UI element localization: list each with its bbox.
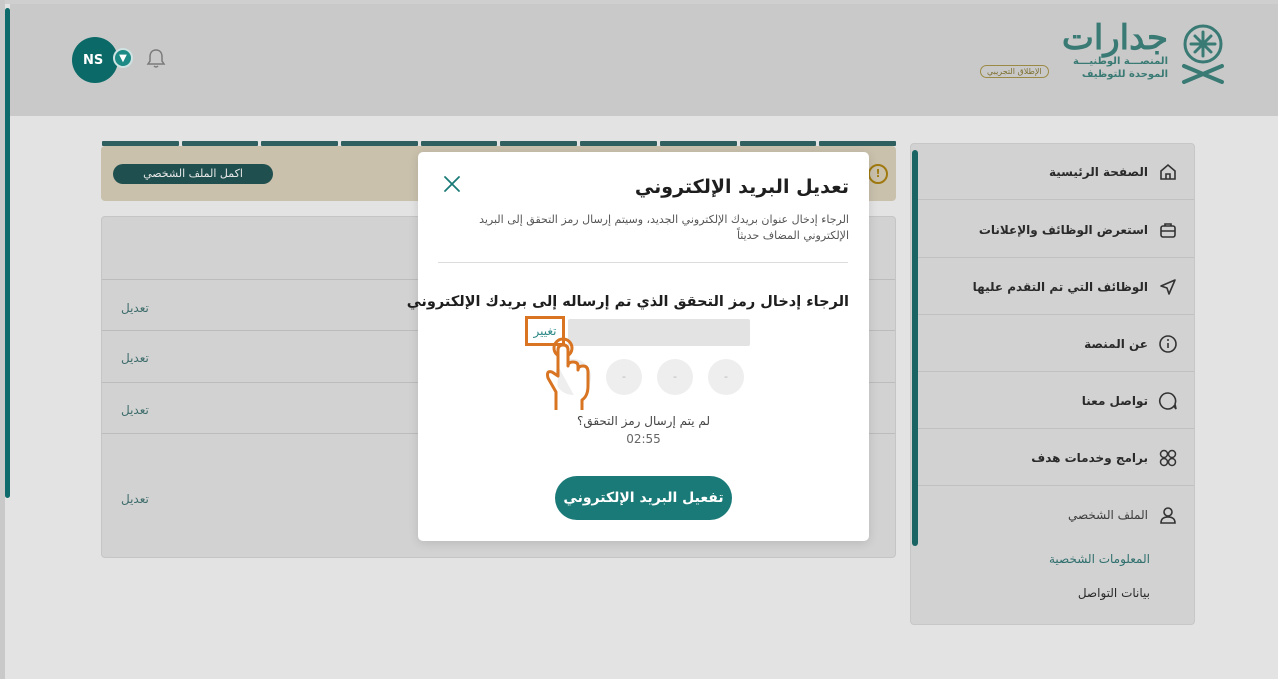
logo-subtitle-2: الموحدة للتوظيف [1081, 69, 1168, 80]
logo-name: جدارات [1061, 18, 1168, 58]
send-icon [1156, 275, 1180, 299]
complete-profile-button[interactable]: اكمل الملف الشخصي [113, 164, 273, 184]
otp-input[interactable]: - [708, 359, 744, 395]
warning-icon: ! [868, 164, 888, 184]
sidebar-item-contact[interactable]: تواصل معنا [912, 373, 1194, 429]
activate-email-button[interactable]: تفعيل البريد الإلكتروني [555, 476, 732, 520]
user-icon [1156, 503, 1180, 527]
avatar-initials: NS [83, 52, 104, 68]
sidebar-item-label: الصفحة الرئيسية [1048, 164, 1148, 179]
resend-timer: 02:55 [626, 432, 661, 446]
otp-input[interactable]: - [606, 359, 642, 395]
sidebar-item-label: تواصل معنا [1081, 393, 1148, 408]
sidebar-subitem-contact-info[interactable]: بيانات التواصل [1078, 586, 1150, 600]
edit-link[interactable]: تعديل [121, 351, 149, 365]
sidebar-item-label: الملف الشخصي [1068, 508, 1148, 522]
otp-input[interactable]: - [657, 359, 693, 395]
pointer-hand-icon [536, 336, 596, 412]
modal-title: تعديل البريد الإلكتروني [634, 176, 849, 198]
sidebar-item-programs[interactable]: برامج وخدمات هدف [912, 430, 1194, 486]
sidebar-item-label: عن المنصة [1084, 336, 1148, 351]
edit-email-modal: تعديل البريد الإلكتروني الرجاء إدخال عنو… [407, 152, 869, 541]
sidebar: الصفحة الرئيسية استعرض الوظائف والإعلانا… [910, 143, 1195, 625]
resend-question[interactable]: لم يتم إرسال رمز التحقق؟ [418, 414, 869, 428]
chat-icon [1156, 389, 1180, 413]
close-icon[interactable] [442, 174, 462, 194]
edit-link[interactable]: تعديل [121, 403, 149, 417]
info-icon [1156, 332, 1180, 356]
beta-badge: الإطلاق التجريبي [980, 65, 1049, 78]
sidebar-item-label: الوظائف التي تم التقدم عليها [972, 279, 1148, 294]
sidebar-item-label: استعرض الوظائف والإعلانات [978, 222, 1148, 237]
sidebar-item-label: برامج وخدمات هدف [1031, 450, 1148, 465]
otp-prompt: الرجاء إدخال رمز التحقق الذي تم إرساله إ… [406, 294, 849, 310]
modal-description: الرجاء إدخال عنوان بريدك الإلكتروني الجد… [479, 213, 849, 242]
sidebar-item-profile[interactable]: الملف الشخصي [912, 487, 1194, 543]
chevron-down-icon[interactable]: ▼ [113, 48, 133, 68]
logo-subtitle-1: المنصـــة الوطنيـــة [1073, 56, 1168, 67]
jadarat-logo[interactable]: جدارات المنصـــة الوطنيـــة الموحدة للتو… [980, 16, 1230, 96]
briefcase-icon [1156, 218, 1180, 242]
sidebar-item-about[interactable]: عن المنصة [912, 316, 1194, 372]
bell-icon[interactable] [146, 47, 166, 69]
grid-icon [1156, 446, 1180, 470]
logo-emblem-icon [1176, 22, 1230, 84]
edit-link[interactable]: تعديل [121, 492, 149, 506]
sidebar-item-applied-jobs[interactable]: الوظائف التي تم التقدم عليها [912, 259, 1194, 315]
sidebar-subitem-personal-info[interactable]: المعلومات الشخصية [1049, 552, 1150, 566]
left-rail [5, 8, 10, 498]
modal-divider [438, 262, 848, 263]
sidebar-item-home[interactable]: الصفحة الرئيسية [912, 144, 1194, 200]
edit-link[interactable]: تعديل [121, 301, 149, 315]
sidebar-accent-bar [912, 150, 918, 546]
sidebar-item-jobs[interactable]: استعرض الوظائف والإعلانات [912, 202, 1194, 258]
home-icon [1156, 160, 1180, 184]
user-avatar[interactable]: NS [72, 37, 118, 83]
